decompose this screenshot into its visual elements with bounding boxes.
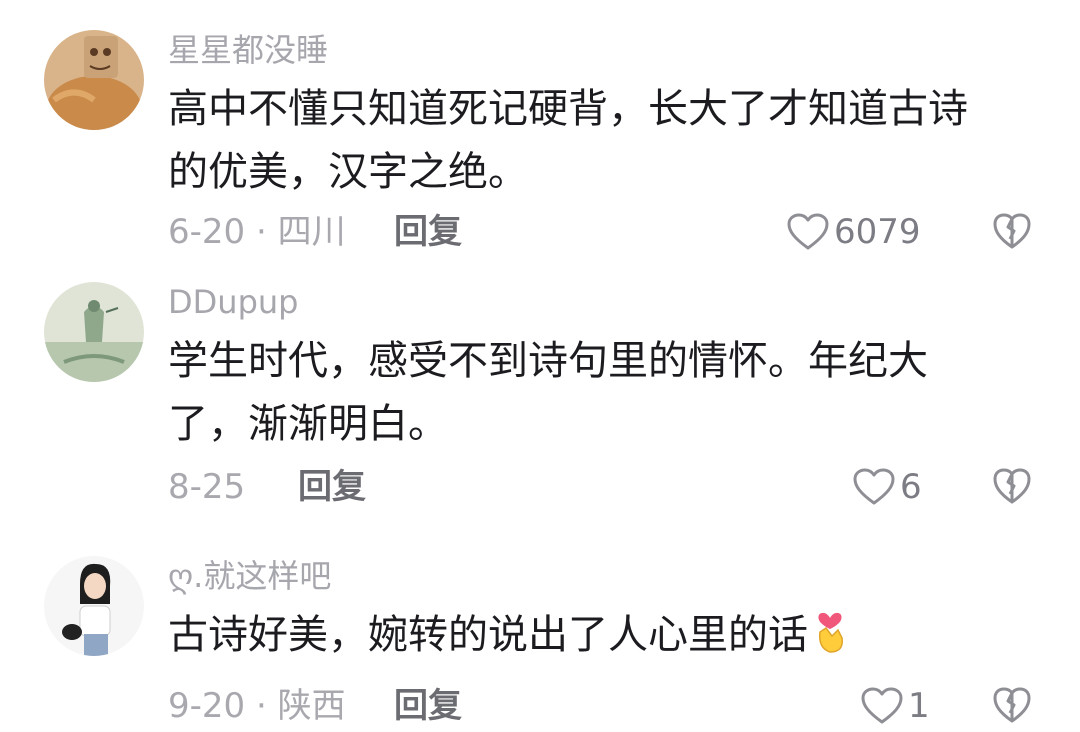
broken-heart-icon[interactable] xyxy=(992,212,1032,252)
comment-text-line: 高中不懂只知道死记硬背，长大了才知道古诗 xyxy=(168,86,968,132)
like-count: 6 xyxy=(900,467,922,507)
comment-text: 古诗好美，婉转的说出了人心里的话 xyxy=(168,604,1008,673)
girl-avatar-icon[interactable] xyxy=(44,556,144,656)
comment-username[interactable]: 星星都没睡 xyxy=(168,30,328,70)
like-button[interactable]: 1 xyxy=(860,684,930,728)
broken-heart-icon[interactable] xyxy=(992,467,1032,507)
like-count: 6079 xyxy=(834,212,921,252)
comment-text: 高中不懂只知道死记硬背，长大了才知道古诗 的优美，汉字之绝。 xyxy=(168,78,1008,204)
painting-avatar-icon[interactable] xyxy=(44,282,144,382)
comment-date-location: 6-20 · 四川 xyxy=(168,212,346,252)
like-button[interactable]: 6 xyxy=(852,465,922,509)
like-button[interactable]: 6079 xyxy=(786,210,921,254)
heart-outline-icon xyxy=(853,468,895,505)
reply-button[interactable]: 回复 xyxy=(394,210,462,254)
comment-text: 学生时代，感受不到诗句里的情怀。年纪大 了，渐渐明白。 xyxy=(168,330,1008,456)
comment-username[interactable]: ღ.就这样吧 xyxy=(168,556,331,596)
comment-text-span: 古诗好美，婉转的说出了人心里的话 xyxy=(168,612,808,658)
heart-outline-icon xyxy=(787,213,829,250)
like-count: 1 xyxy=(908,686,930,726)
comment-text-line: 的优美，汉字之绝。 xyxy=(168,149,528,195)
comment-text-line: 古诗好美，婉转的说出了人心里的话 xyxy=(168,604,1008,673)
broken-heart-icon[interactable] xyxy=(992,686,1032,726)
finger-heart-emoji xyxy=(812,608,848,673)
comment-text-line: 了，渐渐明白。 xyxy=(168,401,448,447)
comment-username[interactable]: DDupup xyxy=(168,282,298,322)
comment-date: 8-25 xyxy=(168,467,246,507)
reply-button[interactable]: 回复 xyxy=(298,465,366,509)
comment-text-line: 学生时代，感受不到诗句里的情怀。年纪大 xyxy=(168,338,928,384)
cat-avatar-icon[interactable] xyxy=(44,30,144,130)
heart-outline-icon xyxy=(861,687,903,724)
reply-button[interactable]: 回复 xyxy=(394,684,462,728)
comment-date-location: 9-20 · 陕西 xyxy=(168,686,346,726)
